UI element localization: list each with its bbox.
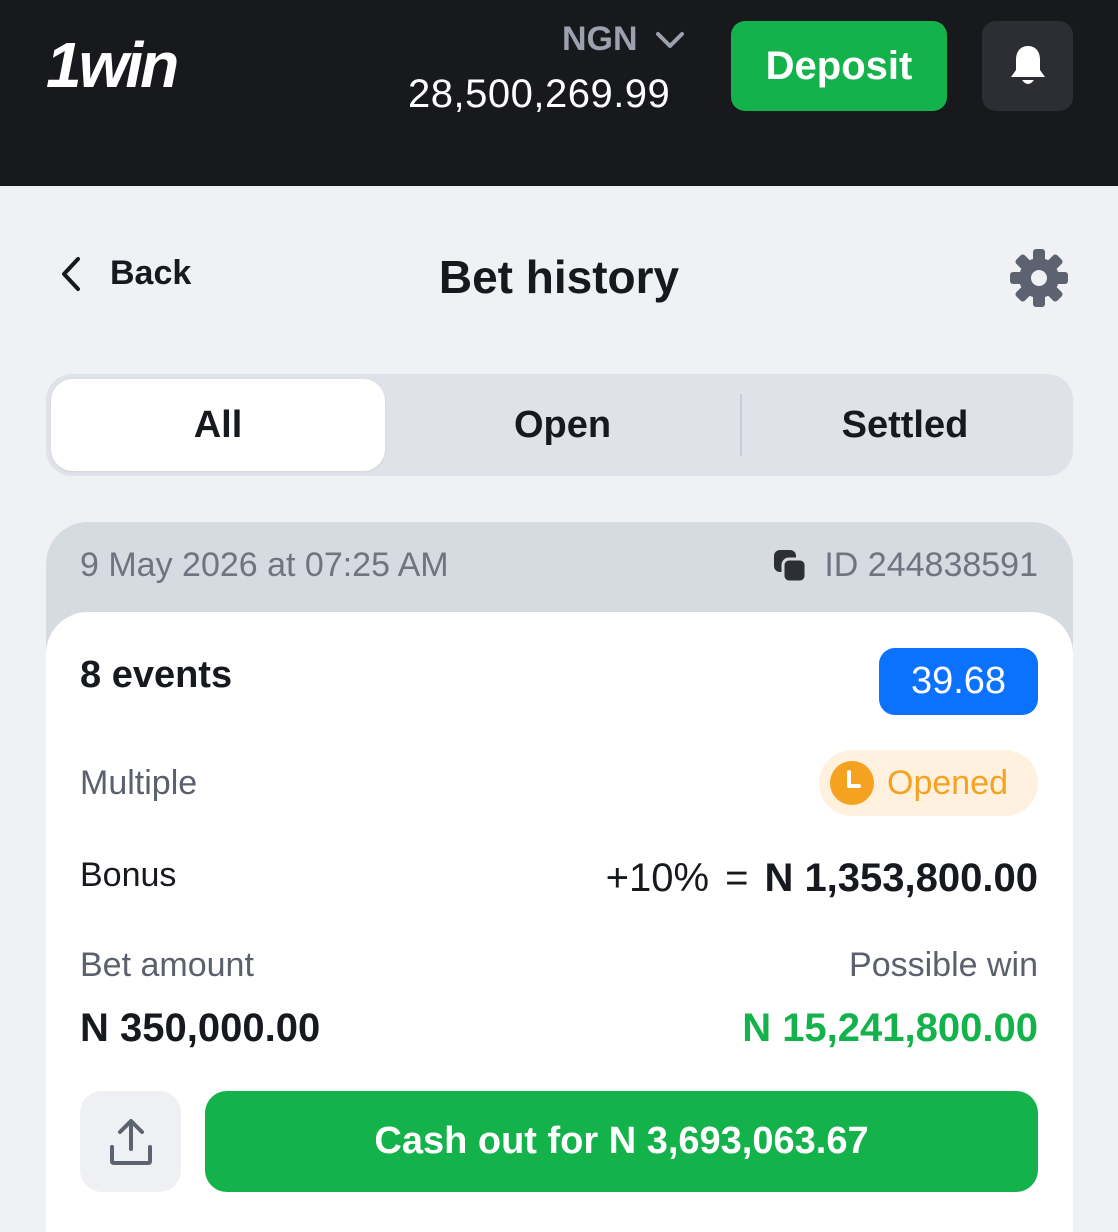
odds-badge: 39.68 (879, 648, 1038, 715)
share-icon (109, 1118, 152, 1165)
cash-out-button[interactable]: Cash out for N 3,693,063.67 (205, 1091, 1038, 1192)
tab-settled[interactable]: Settled (742, 379, 1068, 471)
top-bar: 1win NGN 28,500,269.99 Deposit (0, 0, 1118, 186)
bonus-label: Bonus (80, 856, 177, 894)
currency-selector[interactable]: NGN (562, 20, 688, 59)
bet-date: 9 May 2026 at 07:25 AM (80, 546, 449, 584)
tab-all[interactable]: All (51, 379, 385, 471)
currency-code: NGN (562, 20, 638, 58)
bet-id-text: ID 244838591 (824, 546, 1038, 584)
back-label: Back (110, 254, 192, 292)
possible-win-label: Possible win (849, 946, 1038, 984)
gear-icon[interactable] (1008, 247, 1070, 309)
chevron-down-icon (655, 31, 684, 48)
chevron-left-icon (62, 256, 80, 291)
clock-icon (830, 761, 874, 805)
status-text: Opened (887, 763, 1008, 802)
bonus-value: +10% = N 1,353,800.00 (606, 856, 1038, 901)
bet-amount-label: Bet amount (80, 946, 254, 984)
bonus-amount: N 1,353,800.00 (764, 856, 1038, 900)
notifications-button[interactable] (982, 21, 1073, 111)
events-count: 8 events (80, 654, 233, 696)
status-badge: Opened (819, 750, 1038, 816)
account-balance: 28,500,269.99 (408, 72, 671, 116)
back-button[interactable]: Back (58, 254, 191, 293)
bet-id[interactable]: ID 244838591 (772, 546, 1038, 585)
bonus-percent: +10% (605, 856, 710, 900)
tab-open[interactable]: Open (385, 379, 740, 471)
brand-logo[interactable]: 1win (46, 28, 179, 102)
bell-icon (1010, 46, 1045, 84)
bet-filter-tabs: All Open Settled (46, 374, 1073, 476)
bet-type: Multiple (80, 764, 198, 802)
deposit-button[interactable]: Deposit (731, 21, 947, 111)
share-button[interactable] (80, 1091, 181, 1192)
bet-amount-value: N 350,000.00 (80, 1006, 321, 1050)
bonus-equals: = (725, 856, 749, 900)
copy-icon (774, 549, 808, 583)
possible-win-value: N 15,241,800.00 (742, 1006, 1038, 1050)
